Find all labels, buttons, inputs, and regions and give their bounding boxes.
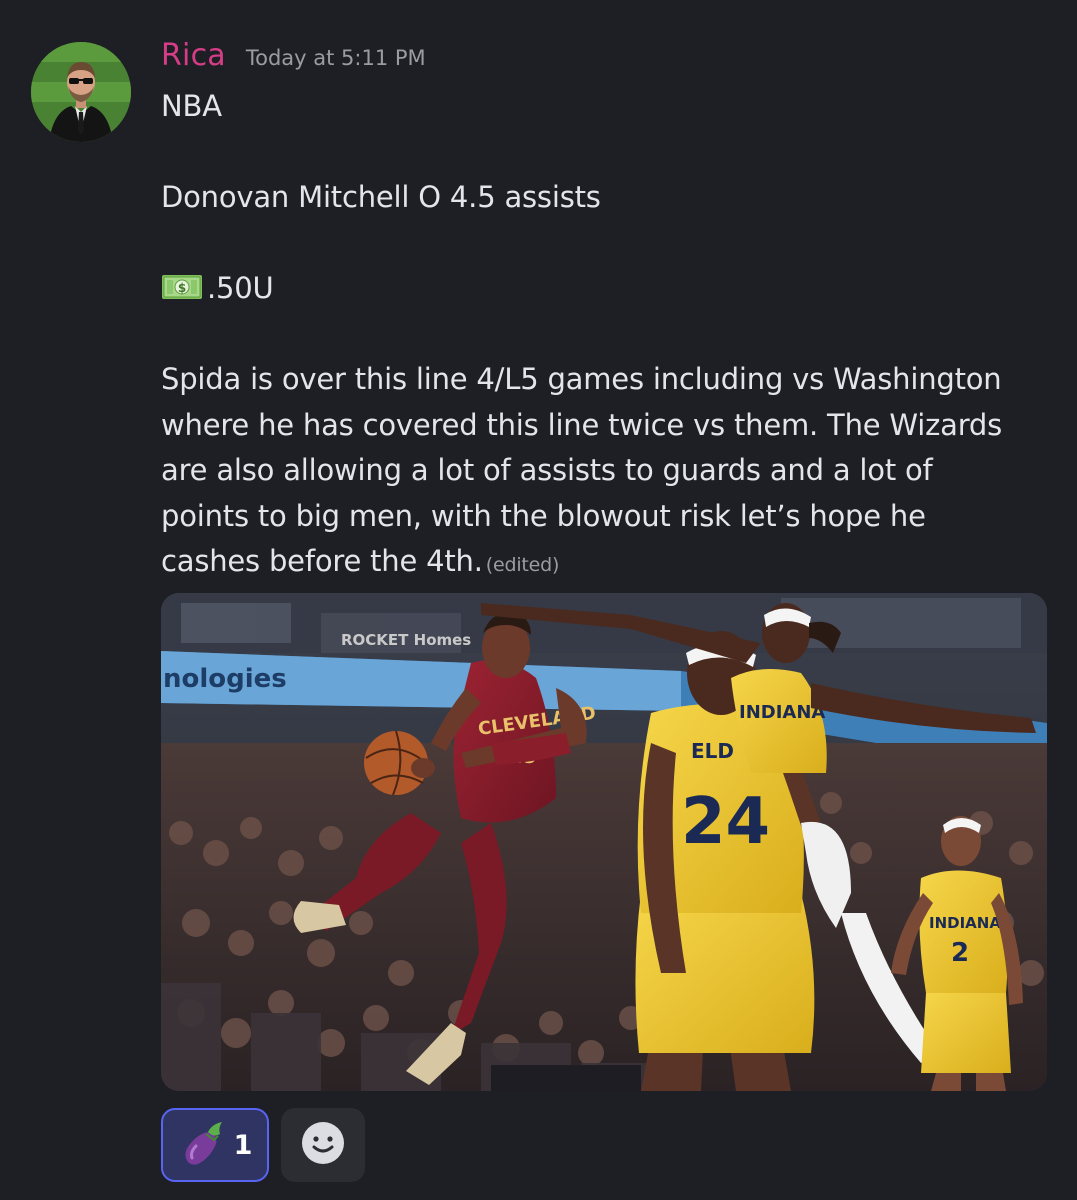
rocket-homes-sign: ROCKET Homes bbox=[341, 631, 471, 649]
jersey-number-24: 24 bbox=[681, 785, 770, 859]
ribbon-sponsor-text: nologies bbox=[163, 664, 287, 694]
add-reaction-button[interactable] bbox=[281, 1108, 365, 1182]
message-timestamp[interactable]: Today at 5:11 PM bbox=[246, 46, 426, 70]
smiley-icon bbox=[300, 1120, 346, 1170]
user-avatar[interactable] bbox=[31, 42, 131, 142]
message-paragraph-line-1: Spida is over this line 4/L5 games inclu… bbox=[161, 362, 1002, 396]
message-line-sport: NBA bbox=[161, 89, 222, 123]
reactions-bar: 1 bbox=[161, 1108, 365, 1182]
money-with-wings-icon: $ bbox=[161, 269, 203, 299]
chat-message: Rica Today at 5:11 PM NBA Donovan Mitche… bbox=[0, 0, 1077, 1200]
message-paragraph-line-3: are also allowing a lot of assists to gu… bbox=[161, 453, 933, 487]
author-name[interactable]: Rica bbox=[161, 38, 226, 73]
svg-text:$: $ bbox=[178, 281, 186, 295]
message-paragraph-line-5: cashes before the 4th. (edited) bbox=[161, 539, 1041, 589]
reaction-count: 1 bbox=[233, 1129, 253, 1161]
edited-label: (edited) bbox=[485, 554, 560, 576]
reaction-eggplant[interactable]: 1 bbox=[161, 1108, 269, 1182]
paragraph-last-text: cashes before the 4th. bbox=[161, 544, 483, 578]
player-name-field: ELD bbox=[691, 739, 734, 763]
message-content: NBA Donovan Mitchell O 4.5 assists $ .50… bbox=[161, 84, 1041, 589]
message-line-stake: $ .50U bbox=[161, 266, 1041, 312]
jersey-number-2: 2 bbox=[951, 938, 969, 968]
message-paragraph-line-2: where he has covered this line twice vs … bbox=[161, 407, 1003, 442]
eggplant-icon bbox=[178, 1118, 228, 1172]
image-attachment[interactable]: ROCKET Homes nologies CLEVELAND ELD 24 I… bbox=[161, 593, 1047, 1091]
message-paragraph-line-4: points to big men, with the blowout risk… bbox=[161, 498, 926, 533]
message-line-pick: Donovan Mitchell O 4.5 assists bbox=[161, 180, 601, 214]
message-header: Rica Today at 5:11 PM bbox=[161, 38, 426, 82]
stake-text: .50U bbox=[207, 271, 274, 305]
indiana-jersey-text-2: INDIANA bbox=[929, 914, 1001, 932]
